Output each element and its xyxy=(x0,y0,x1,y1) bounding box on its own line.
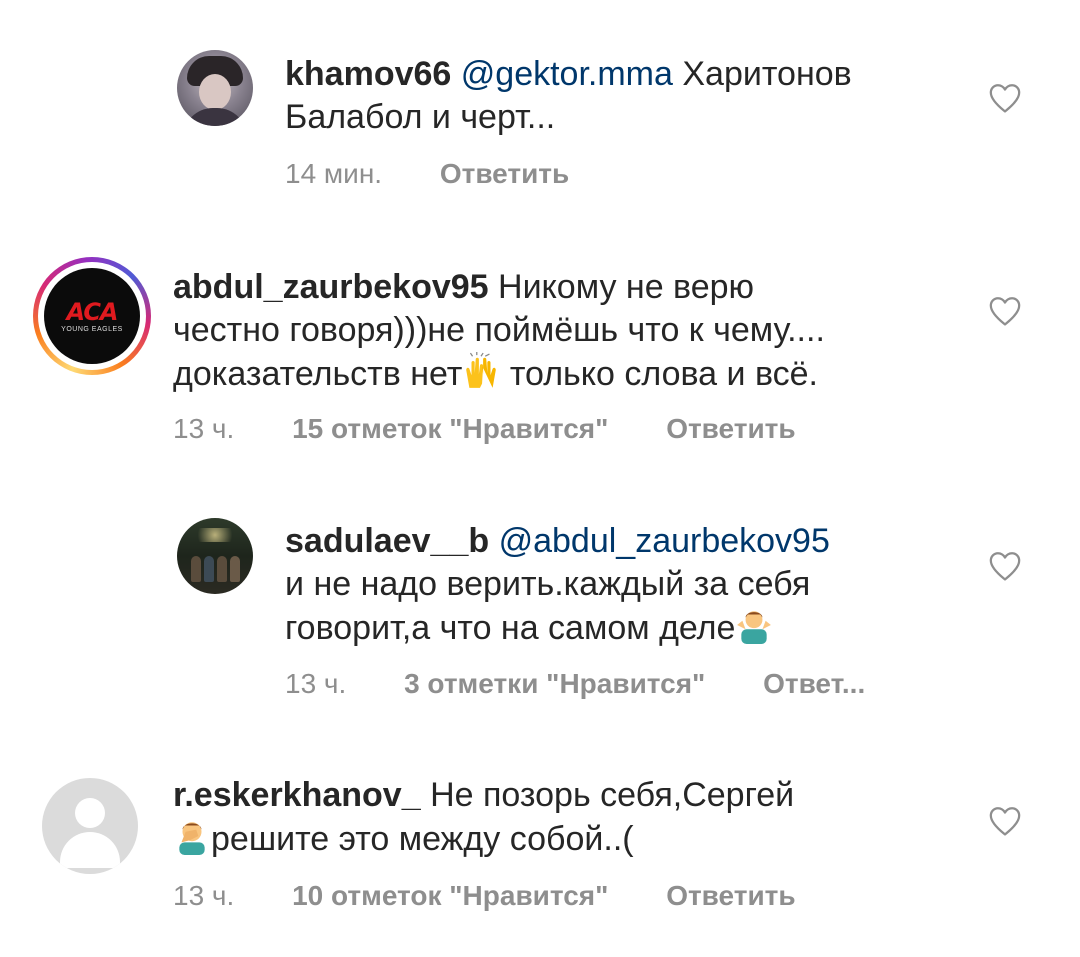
likes-count[interactable]: 10 отметок "Нравится" xyxy=(292,880,608,911)
comment-meta: 13 ч. 15 отметок "Нравится" Ответить xyxy=(173,413,796,445)
comment-body: решите это между собой..( xyxy=(211,820,634,858)
avatar[interactable] xyxy=(177,518,253,594)
heart-outline-icon[interactable] xyxy=(988,295,1022,327)
person-facepalming-emoji xyxy=(179,822,205,855)
aca-logo-subtitle: YOUNG EAGLES xyxy=(61,326,123,333)
likes-count[interactable]: 15 отметок "Нравится" xyxy=(292,413,608,444)
comment-text: sadulaev__b @abdul_zaurbekov95 и не надо… xyxy=(285,520,945,650)
comment-text: abdul_zaurbekov95 Никому не верю честно … xyxy=(173,266,933,396)
person-shrugging-emoji xyxy=(737,611,772,644)
mention-link[interactable]: @gektor.mma xyxy=(461,55,673,93)
reply-button[interactable]: Ответить xyxy=(666,413,795,444)
heart-outline-icon[interactable] xyxy=(988,550,1022,582)
reply-button[interactable]: Ответить xyxy=(440,158,569,189)
comment-text: khamov66 @gektor.mma Харитонов Балабол и… xyxy=(285,53,925,139)
avatar: ACA YOUNG EAGLES xyxy=(44,268,140,364)
comment-body: и не надо верить.каждый за себя xyxy=(285,565,811,603)
heart-outline-icon[interactable] xyxy=(988,82,1022,114)
username[interactable]: abdul_zaurbekov95 xyxy=(173,268,489,306)
timestamp: 14 мин. xyxy=(285,158,383,189)
timestamp: 13 ч. xyxy=(173,413,235,444)
mention-link[interactable]: @abdul_zaurbekov95 xyxy=(499,522,830,560)
comment-body: Не позорь себя,Сергей xyxy=(420,776,795,814)
timestamp: 13 ч. xyxy=(285,668,347,699)
username[interactable]: khamov66 xyxy=(285,55,451,93)
reply-button[interactable]: Ответ... xyxy=(763,668,865,699)
comment-body: только слова и всё. xyxy=(500,355,818,393)
raising-hands-emoji xyxy=(466,352,497,388)
aca-logo: ACA xyxy=(66,298,118,326)
comment-text: r.eskerkhanov_ Не позорь себя,Сергей реш… xyxy=(173,774,933,861)
avatar-default[interactable] xyxy=(42,778,138,874)
likes-count[interactable]: 3 отметки "Нравится" xyxy=(404,668,705,699)
comment-meta: 13 ч. 10 отметок "Нравится" Ответить xyxy=(173,880,796,912)
timestamp: 13 ч. xyxy=(173,880,235,911)
username[interactable]: sadulaev__b xyxy=(285,522,489,560)
reply-button[interactable]: Ответить xyxy=(666,880,795,911)
comment-body: честно говоря)))не поймёшь что к чему...… xyxy=(173,311,825,349)
heart-outline-icon[interactable] xyxy=(988,805,1022,837)
comment-meta: 14 мин. Ответить xyxy=(285,158,569,190)
comment-body: доказательств нет xyxy=(173,355,463,393)
avatar[interactable] xyxy=(177,50,253,126)
avatar-story-ring[interactable]: ACA YOUNG EAGLES xyxy=(33,257,151,375)
comment-body: Балабол и черт... xyxy=(285,98,556,136)
comment-body: говорит,а что на самом деле xyxy=(285,609,736,647)
comment-body: Харитонов xyxy=(672,55,852,93)
comment-body: Никому не верю xyxy=(488,268,755,306)
comment-meta: 13 ч. 3 отметки "Нравится" Ответ... xyxy=(285,668,865,700)
username[interactable]: r.eskerkhanov_ xyxy=(173,776,421,814)
